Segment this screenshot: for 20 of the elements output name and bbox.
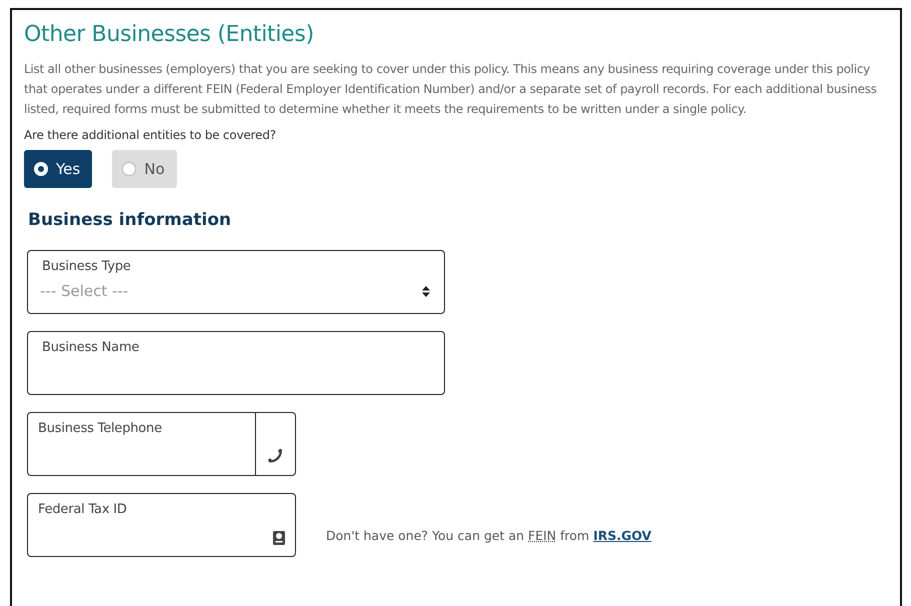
radio-button[interactable]: No bbox=[112, 150, 177, 188]
description: List all other businesses (employers) that you are seeking to cover under this policy. This means any business requiring coverage under this policy that operates under a different FEIN (Federal Employer Identification Number) and/or a separate set of payroll records. For each additional business listed, required forms must be submitted to determine whether it meets the requirements to be written under a single policy. bbox=[24, 61, 878, 118]
field-label: Business Telephone bbox=[38, 421, 163, 436]
input-field[interactable]: Business Name bbox=[27, 331, 445, 395]
question-label: Are there additional entities to be covered? bbox=[24, 128, 277, 142]
select-field[interactable]: Business Type --- Select --- bbox=[27, 250, 445, 314]
section-heading: Business information bbox=[28, 210, 232, 230]
irs-link[interactable]: IRS.GOV bbox=[593, 528, 652, 543]
help-text: Don't have one? You can get an FEIN from IRS.GOV bbox=[326, 528, 652, 543]
input-field[interactable]: Federal Tax ID bbox=[27, 493, 296, 557]
sort-icon bbox=[422, 286, 430, 296]
field-label: Business Name bbox=[42, 340, 140, 355]
input-field[interactable]: Business Telephone bbox=[27, 412, 296, 476]
field-label: Business Type bbox=[42, 259, 132, 274]
id-card-icon bbox=[273, 531, 285, 545]
radio-button[interactable]: Yes bbox=[24, 150, 92, 188]
placeholder-text: --- Select --- bbox=[40, 282, 128, 300]
field-label: Federal Tax ID bbox=[38, 502, 128, 517]
page-title: Other Businesses (Entities) bbox=[24, 22, 315, 47]
phone-icon bbox=[268, 448, 283, 463]
